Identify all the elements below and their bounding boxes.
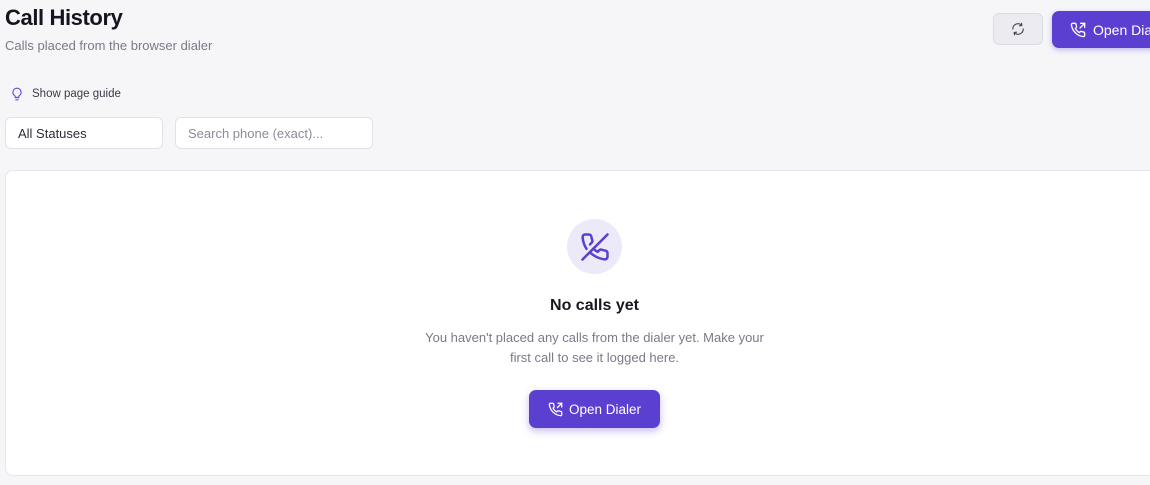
- page-subtitle: Calls placed from the browser dialer: [5, 38, 213, 53]
- phone-off-icon: [567, 219, 622, 274]
- refresh-button[interactable]: [993, 13, 1043, 45]
- status-filter-select[interactable]: All Statuses: [5, 117, 163, 149]
- phone-outgoing-icon: [548, 402, 563, 417]
- open-dialer-button-header[interactable]: Open Dialer: [1052, 11, 1150, 48]
- lightbulb-icon: [10, 86, 24, 102]
- empty-state-description: You haven't placed any calls from the di…: [425, 330, 764, 365]
- phone-search-input[interactable]: [175, 117, 373, 149]
- call-history-empty-state: No calls yet You haven't placed any call…: [5, 170, 1150, 476]
- status-filter-value: All Statuses: [18, 125, 87, 141]
- show-page-guide-label: Show page guide: [32, 88, 121, 100]
- show-page-guide-link[interactable]: Show page guide: [10, 85, 121, 103]
- refresh-icon: [1011, 22, 1025, 36]
- open-dialer-label: Open Dialer: [568, 401, 642, 417]
- empty-state-title: No calls yet: [550, 297, 639, 314]
- open-dialer-label: Open Dialer: [1093, 21, 1150, 38]
- open-dialer-button[interactable]: Open Dialer: [529, 390, 660, 428]
- phone-outgoing-icon: [1070, 22, 1086, 38]
- page-title: Call History: [5, 5, 123, 30]
